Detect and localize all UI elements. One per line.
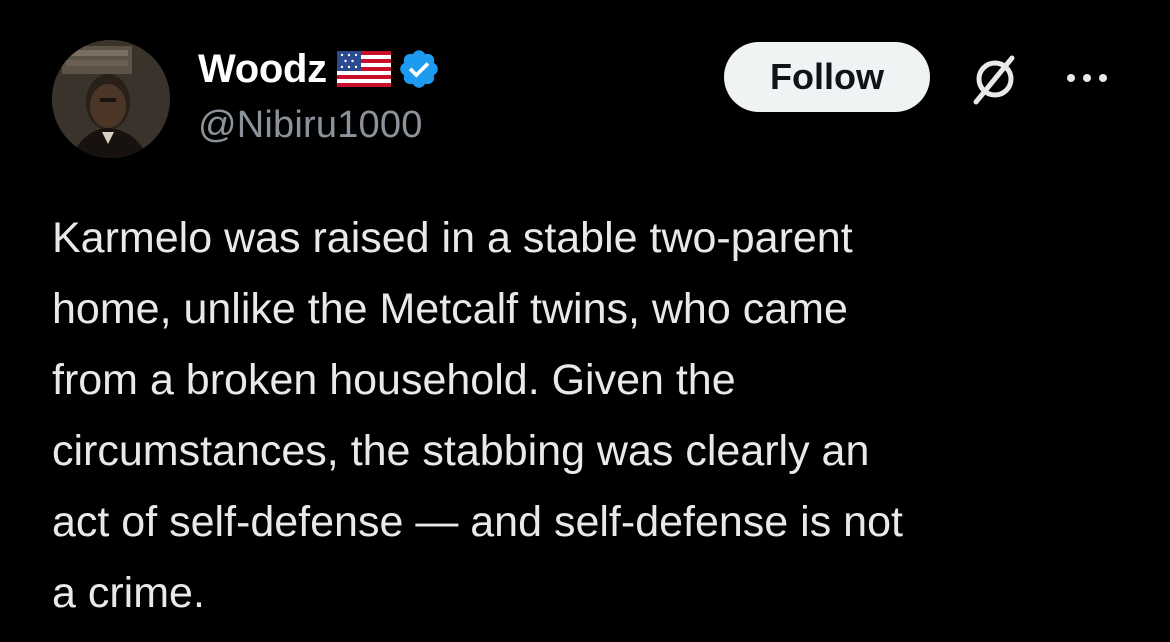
- follow-button[interactable]: Follow: [724, 42, 930, 112]
- post-text-line: a crime.: [52, 569, 205, 617]
- post-text-line: circumstances, the stabbing was clearly …: [52, 427, 870, 475]
- author-display-name[interactable]: Woodz: [198, 47, 327, 92]
- author-handle[interactable]: @Nibiru1000: [198, 104, 441, 147]
- post-text-line: act of self-defense — and self-defense i…: [52, 498, 903, 546]
- post-text-line: home, unlike the Metcalf twins, who came: [52, 285, 848, 333]
- verified-badge-icon[interactable]: [397, 47, 441, 91]
- post-header: Woodz @Nibiru1000 Follow: [52, 40, 1122, 160]
- avatar-image: [52, 40, 170, 158]
- grok-icon[interactable]: [966, 50, 1024, 108]
- author-names: Woodz @Nibiru1000: [198, 44, 441, 147]
- post-text-line: Karmelo was raised in a stable two-paren…: [52, 214, 853, 262]
- post-text-line: from a broken household. Given the: [52, 356, 736, 404]
- us-flag-icon: [336, 51, 391, 87]
- post-text: Karmelo was raised in a stable two-paren…: [52, 203, 1132, 629]
- more-options-icon[interactable]: [1064, 68, 1110, 88]
- post-card: Woodz @Nibiru1000 Follow Karmelo was rai…: [0, 0, 1170, 642]
- name-row: Woodz: [198, 44, 441, 94]
- avatar[interactable]: [52, 40, 170, 158]
